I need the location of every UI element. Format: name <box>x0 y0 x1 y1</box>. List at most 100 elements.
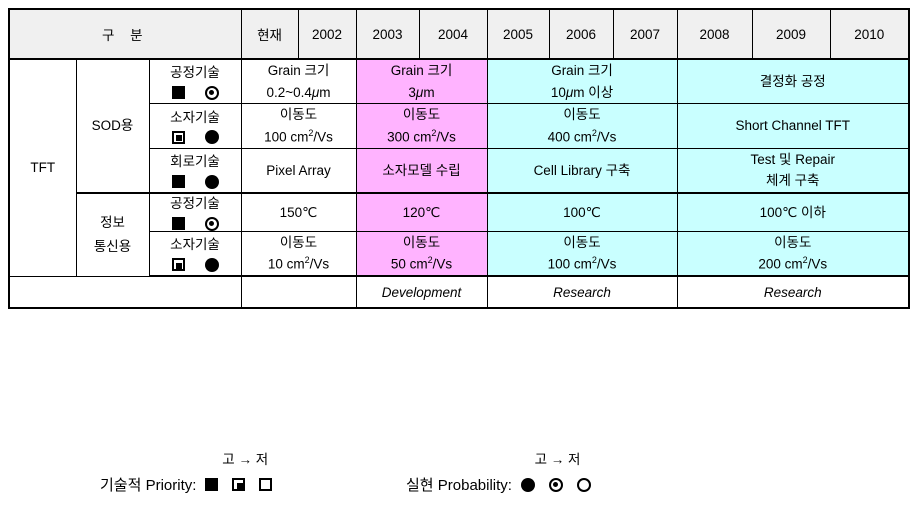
group-label-line1: 정보 <box>100 215 125 231</box>
cell-line2: 0.2~0.4μm <box>266 84 331 100</box>
open-square-icon <box>259 478 273 491</box>
open-circle-icon <box>576 477 591 492</box>
cell-line1: Pixel Array <box>266 162 331 178</box>
cell-line1: 결정화 공정 <box>759 73 826 89</box>
dot-circle-icon <box>204 216 219 231</box>
row-tech-label-device-1: 소자기술 <box>148 103 242 149</box>
cell-line1: 120℃ <box>402 204 441 220</box>
filled-circle-icon <box>520 477 535 492</box>
tech-symbols <box>150 83 241 100</box>
cell-line1: 이동도 <box>402 234 441 250</box>
tech-name: 공정기술 <box>170 65 220 81</box>
tech-symbols <box>150 172 241 189</box>
cell-r4-now: 150℃ <box>240 192 357 232</box>
phase-development: Development <box>355 275 488 309</box>
header-year-2002: 2002 <box>297 8 357 60</box>
cell-r1-dev: Grain 크기 3μm <box>355 58 488 105</box>
row-group-label-info: 정보 통신용 <box>75 192 150 277</box>
phase-row: Development Research Research <box>8 275 910 309</box>
header-year-2005: 2005 <box>486 8 550 60</box>
legend-priority: 고 → 저 기술적 Priority: <box>100 448 273 495</box>
dot-square-icon <box>171 258 185 272</box>
legend-probability-arrow: 고 → 저 <box>534 452 581 467</box>
tech-name: 회로기술 <box>170 154 220 170</box>
phase-empty <box>8 275 242 309</box>
cell-line2: 200 cm2/Vs <box>758 255 828 272</box>
cell-line1: Short Channel TFT <box>735 118 851 134</box>
legend-probability-label: 실현 Probability: <box>406 477 512 494</box>
cell-line2: 400 cm2/Vs <box>547 127 617 145</box>
filled-circle-icon <box>204 257 219 272</box>
filled-square-icon <box>205 478 219 491</box>
cell-r5-res1: 이동도 100 cm2/Vs <box>486 230 678 278</box>
filled-square-icon <box>171 86 185 100</box>
legend-priority-label: 기술적 Priority: <box>100 477 197 494</box>
header-year-2008: 2008 <box>676 8 753 60</box>
cell-line1: 소자모델 수립 <box>382 162 461 178</box>
header-division-label: 구 분 <box>8 8 242 60</box>
row-tech-label-process-2: 공정기술 <box>148 192 242 232</box>
row-tech-label-process-1: 공정기술 <box>148 58 242 105</box>
row-tech-label-device-2: 소자기술 <box>148 230 242 278</box>
dot-circle-icon <box>548 477 563 492</box>
cell-r3-res2: Test 및 Repair 체계 구축 <box>676 147 910 194</box>
roadmap-page: 구 분 현재 2002 2003 2004 2005 2006 2007 200… <box>0 0 916 530</box>
tech-name: 공정기술 <box>170 196 220 212</box>
row-tech-label-circuit: 회로기술 <box>148 147 242 194</box>
cell-line1: 이동도 <box>279 107 318 123</box>
header-year-2003: 2003 <box>355 8 420 60</box>
legend-priority-main: 기술적 Priority: <box>100 474 273 495</box>
tech-name: 소자기술 <box>170 109 220 125</box>
tech-symbols <box>150 127 241 145</box>
cell-line2: 10 cm2/Vs <box>267 255 330 272</box>
row-group-label-sod: SOD용 <box>75 58 150 194</box>
cell-line1: 이동도 <box>279 234 318 250</box>
cell-r2-res1: 이동도 400 cm2/Vs <box>486 103 678 149</box>
legend-probability-main: 실현 Probability: <box>406 474 591 495</box>
cell-line2: 100 cm2/Vs <box>547 255 617 272</box>
legend-probability: 고 → 저 실현 Probability: <box>406 448 591 495</box>
cell-r4-res1: 100℃ <box>486 192 678 232</box>
cell-line1: 이동도 <box>563 234 601 250</box>
dot-square-icon <box>232 478 246 491</box>
filled-circle-icon <box>204 130 219 145</box>
cell-line2: 10μm 이상 <box>550 84 614 100</box>
dot-circle-icon <box>204 85 219 100</box>
tech-symbols <box>150 214 241 231</box>
legend-priority-arrow: 고 → 저 <box>222 452 269 467</box>
legend: 고 → 저 기술적 Priority: 고 → 저 실현 Probability… <box>8 448 908 522</box>
cell-r1-now: Grain 크기 0.2~0.4μm <box>240 58 357 105</box>
phase-research-2: Research <box>676 275 910 309</box>
tech-symbols <box>150 255 241 272</box>
phase-research-1: Research <box>486 275 678 309</box>
cell-line1: Grain 크기 <box>390 63 453 78</box>
legend-probability-symbols <box>520 477 591 492</box>
cell-line2: 100 cm2/Vs <box>264 127 333 145</box>
cell-line2: 300 cm2/Vs <box>387 127 456 145</box>
header-year-2009: 2009 <box>751 8 831 60</box>
cell-r5-dev: 이동도 50 cm2/Vs <box>355 230 488 278</box>
cell-line1: 150℃ <box>279 204 318 220</box>
cell-line1: 100℃ <box>563 204 601 220</box>
cell-line1: 이동도 <box>563 107 601 123</box>
phase-now <box>240 275 357 309</box>
header-year-2006: 2006 <box>548 8 614 60</box>
filled-square-icon <box>171 217 185 231</box>
cell-r4-dev: 120℃ <box>355 192 488 232</box>
cell-r5-now: 이동도 10 cm2/Vs <box>240 230 357 278</box>
table-row: 정보 통신용 공정기술 150℃ 120℃ 100℃ 100℃ 이하 <box>9 192 910 277</box>
cell-r2-dev: 이동도 300 cm2/Vs <box>355 103 488 149</box>
cell-line1: Grain 크기 <box>551 63 613 78</box>
cell-r3-dev: 소자모델 수립 <box>355 147 488 194</box>
header-year-2010: 2010 <box>829 8 910 60</box>
legend-priority-symbols <box>205 478 273 491</box>
cell-line1: 이동도 <box>774 234 812 250</box>
cell-r2-now: 이동도 100 cm2/Vs <box>240 103 357 149</box>
technology-roadmap-table: 구 분 현재 2002 2003 2004 2005 2006 2007 200… <box>8 8 910 310</box>
header-year-2007: 2007 <box>612 8 678 60</box>
filled-circle-icon <box>204 174 219 189</box>
cell-r1-res2: 결정화 공정 <box>676 58 910 105</box>
cell-r5-res2: 이동도 200 cm2/Vs <box>676 230 910 278</box>
cell-line2: 3μm <box>408 84 435 100</box>
header-year-2004: 2004 <box>418 8 488 60</box>
